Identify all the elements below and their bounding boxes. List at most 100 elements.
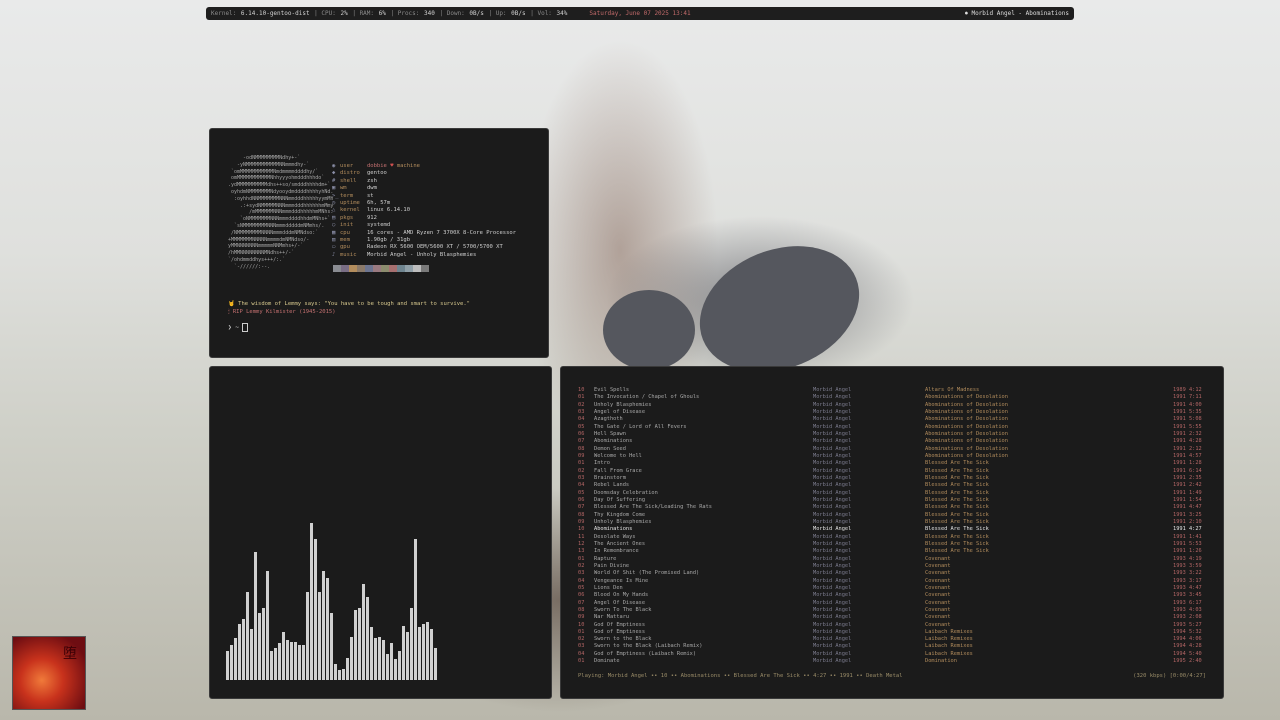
track-number: 04 [578,416,585,423]
track-length: 2:12 [1188,445,1202,452]
track-row[interactable]: 09 Welcome to Hell Morbid Angel Abomination… [578,453,1208,460]
visualizer-bar [258,612,261,680]
track-artist: Morbid Angel [813,562,852,569]
track-list: 10 Evil Spells Morbid Angel Altars Of Madne… [578,387,1208,665]
track-year: 1993 [1173,584,1186,591]
track-year-length: 1991 5:53 [1173,541,1202,548]
track-row[interactable]: 05 Doomsday Celebration Morbid Angel Blesse… [578,490,1208,497]
track-length: 5:40 [1188,650,1202,657]
track-row[interactable]: 03 World Of Shit (The Promised Land) Morbi… [578,570,1208,577]
track-row[interactable]: 06 Blood On My Hands Morbid Angel Covenant 1… [578,592,1208,599]
track-year-length: 1991 4:28 [1173,438,1202,445]
track-row[interactable]: 04 Rebel Lands Morbid Angel Blessed Are The… [578,482,1208,489]
track-row[interactable]: 01 The Invocation / Chapel of Ghouls Morbi… [578,394,1208,401]
shell-icon: # [332,177,336,184]
track-row[interactable]: 10 Abominations Morbid Angel Blessed Are Th… [578,526,1208,533]
info-value: 6h, 57m [367,199,391,206]
track-row[interactable]: 02 Fall From Grace Morbid Angel Blessed Are… [578,468,1208,475]
track-artist: Morbid Angel [813,533,852,540]
track-artist: Morbid Angel [813,452,852,459]
track-number: 01 [578,394,585,401]
audio-visualizer-window[interactable] [209,366,552,699]
track-album: Covenant [925,592,951,599]
track-row[interactable]: 08 Thy Kingdom Come Morbid Angel Blessed Ar… [578,512,1208,519]
track-row[interactable]: 10 Evil Spells Morbid Angel Altars Of Madne… [578,387,1208,394]
visualizer-bar [418,627,421,680]
track-artist: Morbid Angel [813,636,852,643]
track-row[interactable]: 01 God of Emptiness Morbid Angel Laibach Re… [578,629,1208,636]
track-artist: Morbid Angel [813,584,852,591]
track-artist: Morbid Angel [813,504,852,511]
track-row[interactable]: 02 Sworn to the Black Morbid Angel Laibach … [578,636,1208,643]
track-year-length: 1991 4:27 [1173,526,1202,533]
track-row[interactable]: 08 Demon Seed Morbid Angel Abominations of … [578,446,1208,453]
track-row[interactable]: 13 In Remembrance Morbid Angel Blessed Are … [578,548,1208,555]
track-year: 1991 [1173,467,1186,474]
prompt-text: ❯ ~ [228,324,239,331]
track-year: 1995 [1173,658,1186,665]
track-title: Blessed Are The Sick/Leading The Rats [594,504,712,511]
track-row[interactable]: 09 Nar Mattaru Morbid Angel Covenant 1993 2:… [578,614,1208,621]
track-row[interactable]: 06 Hell Spawn Morbid Angel Abominations of … [578,431,1208,438]
track-row[interactable]: 06 Day Of Suffering Morbid Angel Blessed Ar… [578,497,1208,504]
track-artist: Morbid Angel [813,643,852,650]
track-row[interactable]: 04 God of Emptiness (Laibach Remix) Morbid… [578,651,1208,658]
visualizer-bar [250,628,253,680]
info-label: uptime [340,199,360,206]
track-number: 10 [578,526,585,533]
visualizer-bar [246,592,249,680]
track-row[interactable]: 02 Pain Divine Morbid Angel Covenant 1993 3:… [578,563,1208,570]
user-icon: ◉ [332,163,336,169]
track-row[interactable]: 03 Sworn to the Black (Laibach Remix) Morb… [578,643,1208,650]
track-length: 3:17 [1188,577,1202,584]
track-row[interactable]: 08 Sworn To The Black Morbid Angel Covenant… [578,607,1208,614]
track-row[interactable]: 01 Dominate Morbid Angel Domination 1995 2:4… [578,658,1208,665]
track-row[interactable]: 05 The Gate / Lord of All Fevers Morbid An… [578,424,1208,431]
track-row[interactable]: 03 Brainstorm Morbid Angel Blessed Are The … [578,475,1208,482]
track-length: 5:32 [1188,628,1202,635]
now-playing[interactable]: ⏺ Morbid Angel - Abominations [965,7,1069,20]
visualizer-bar [290,641,293,680]
track-row[interactable]: 07 Angel Of Disease Morbid Angel Covenant 19… [578,600,1208,607]
track-year: 1991 [1173,452,1186,459]
info-value: dobbie ♥ machine [367,163,420,170]
track-album: Laibach Remixes [925,636,973,643]
track-row[interactable]: 07 Abominations Morbid Angel Abominations o… [578,438,1208,445]
track-row[interactable]: 04 Azagthoth Morbid Angel Abominations of D… [578,416,1208,423]
track-row[interactable]: 07 Blessed Are The Sick/Leading The Rats M… [578,504,1208,511]
visualizer-bar [382,640,385,680]
track-row[interactable]: 09 Unholy Blasphemies Morbid Angel Blessed … [578,519,1208,526]
track-row[interactable]: 02 Unholy Blasphemies Morbid Angel Abominat… [578,402,1208,409]
track-number: 02 [578,636,585,643]
track-number: 06 [578,592,585,599]
track-row[interactable]: 04 Vengeance Is Mine Morbid Angel Covenant 1… [578,578,1208,585]
track-year-length: 1991 1:41 [1173,534,1202,541]
music-player-window[interactable]: 10 Evil Spells Morbid Angel Altars Of Madne… [560,366,1224,699]
track-year-length: 1993 4:03 [1173,607,1202,614]
track-row[interactable]: 12 The Ancient Ones Morbid Angel Blessed Ar… [578,541,1208,548]
track-row[interactable]: 10 God Of Emptiness Morbid Angel Covenant 19… [578,622,1208,629]
info-row-gpu: ▭ gpu Radeon RX 5600 OEM/5600 XT / 5700/57… [332,244,516,251]
track-row[interactable]: 03 Angel of Disease Morbid Angel Abominatio… [578,409,1208,416]
track-year-length: 1991 1:49 [1173,490,1202,497]
track-length: 2:40 [1188,658,1202,665]
visualizer-bar [314,539,317,680]
info-row-init: ○ init systemd [332,222,516,229]
track-year: 1993 [1173,562,1186,569]
visualizer-bar [266,571,269,680]
track-number: 01 [578,658,585,665]
fetch-terminal-window[interactable]: -odNMMMMMMMMNdhy+-` -yNMMMMMMMMMMMNNmmmd… [209,128,549,358]
track-artist: Morbid Angel [813,416,852,423]
track-row[interactable]: 11 Desolate Ways Morbid Angel Blessed Are T… [578,534,1208,541]
color-swatch [357,265,365,272]
shell-prompt[interactable]: ❯ ~ [228,323,249,332]
info-value: Morbid Angel - Unholy Blasphemies [367,251,477,258]
track-row[interactable]: 01 Rapture Morbid Angel Covenant 1993 4:19 [578,556,1208,563]
track-year-length: 1994 4:06 [1173,636,1202,643]
track-row[interactable]: 01 Intro Morbid Angel Blessed Are The Sick 1… [578,460,1208,467]
visualizer-bar [410,608,413,680]
track-length: 2:35 [1188,474,1202,481]
track-album: Blessed Are The Sick [925,504,989,511]
track-year: 1994 [1173,628,1186,635]
track-row[interactable]: 05 Lions Den Morbid Angel Covenant 1993 4:47 [578,585,1208,592]
